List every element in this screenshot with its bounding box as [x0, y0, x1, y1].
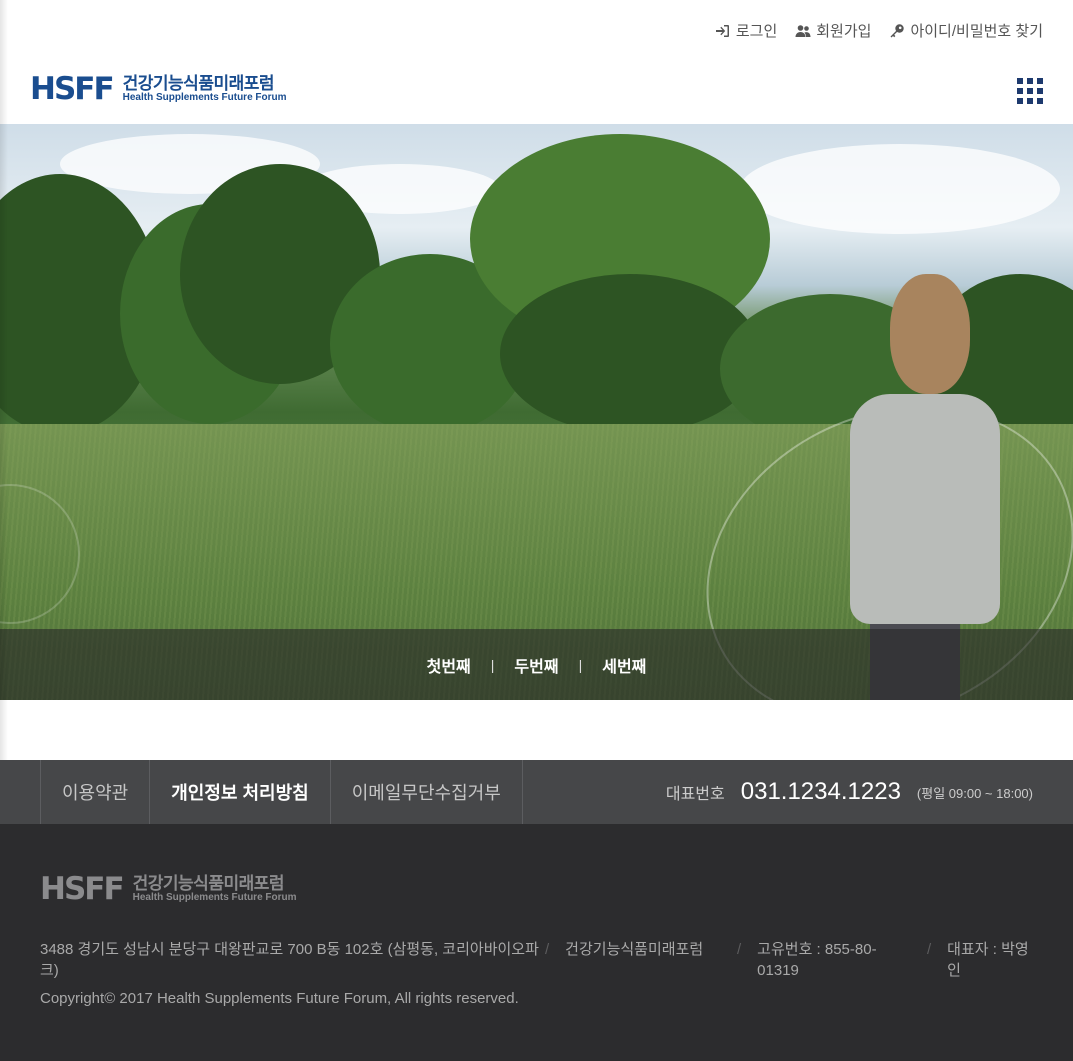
find-account-link[interactable]: 아이디/비밀번호 찾기 — [889, 20, 1043, 41]
email-refusal-link[interactable]: 이메일무단수집거부 — [329, 760, 523, 824]
login-label: 로그인 — [735, 23, 778, 40]
copyright: Copyright© 2017 Health Supplements Futur… — [40, 990, 519, 1007]
grid-menu-icon[interactable] — [1017, 78, 1043, 104]
join-link[interactable]: 회원가입 — [795, 20, 871, 41]
terms-link[interactable]: 이용약관 — [40, 760, 149, 824]
join-label: 회원가입 — [816, 23, 872, 40]
logo-text: 건강기능식품미래포럼 Health Supplements Future For… — [123, 75, 287, 103]
hero-banner: 첫번째 | 두번째 | 세번째 — [0, 124, 1073, 700]
site-logo[interactable]: HSFF 건강기능식품미래포럼 Health Supplements Futur… — [30, 74, 287, 105]
ceo-name: 대표자 : 박영인 — [947, 941, 1029, 979]
login-link[interactable]: 로그인 — [715, 20, 777, 41]
footer-logo-text: 건강기능식품미래포럼 Health Supplements Future For… — [133, 875, 297, 903]
slider-navigation: 첫번째 | 두번째 | 세번째 — [0, 629, 1073, 700]
logo-english: Health Supplements Future Forum — [122, 92, 287, 104]
slide-tab-1[interactable]: 첫번째 — [407, 653, 491, 677]
login-icon — [715, 24, 729, 37]
logo-mark: HSFF — [30, 71, 115, 107]
key-icon — [890, 23, 905, 37]
girl-figure-head — [890, 274, 970, 394]
contact-phone: 대표번호 031.1234.1223 (평일 09:00 ~ 18:00) — [666, 760, 1033, 824]
logo-korean: 건강기능식품미래포럼 — [122, 74, 275, 94]
footer-nav: 이용약관 개인정보 처리방침 이메일무단수집거부 대표번호 031.1234.1… — [0, 760, 1073, 824]
company-name: 건강기능식품미래포럼 — [565, 941, 704, 958]
slide-tab-3[interactable]: 세번째 — [582, 653, 666, 677]
footer-logo: HSFF 건강기능식품미래포럼 Health Supplements Futur… — [40, 874, 297, 905]
footer-links: 이용약관 개인정보 처리방침 이메일무단수집거부 — [40, 760, 523, 824]
edge-shadow — [0, 0, 8, 760]
phone-label: 대표번호 — [665, 786, 725, 803]
slide-tab-2[interactable]: 두번째 — [494, 653, 578, 677]
address: 3488 경기도 성남시 분당구 대왕판교로 700 B동 102호 (삼평동,… — [40, 941, 539, 979]
users-icon — [795, 24, 811, 37]
privacy-policy-link[interactable]: 개인정보 처리방침 — [149, 760, 329, 824]
company-info: 3488 경기도 성남시 분당구 대왕판교로 700 B동 102호 (삼평동,… — [40, 939, 1035, 981]
business-hours: (평일 09:00 ~ 18:00) — [916, 785, 1033, 801]
footer-logo-mark: HSFF — [40, 871, 125, 907]
girl-figure-body — [850, 394, 1000, 624]
phone-number: 031.1234.1223 — [740, 778, 901, 805]
footer-logo-korean: 건강기능식품미래포럼 — [132, 874, 285, 894]
utility-links: 로그인 회원가입 아이디/비밀번호 찾기 — [715, 20, 1043, 41]
find-account-label: 아이디/비밀번호 찾기 — [910, 23, 1043, 40]
site-footer: HSFF 건강기능식품미래포럼 Health Supplements Futur… — [0, 824, 1073, 1061]
registration-number: 고유번호 : 855-80-01319 — [757, 941, 877, 979]
footer-logo-english: Health Supplements Future Forum — [132, 892, 297, 904]
